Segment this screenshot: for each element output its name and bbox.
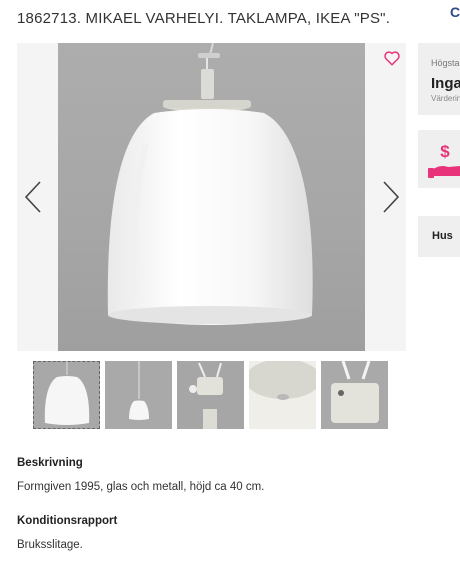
thumbnail-5[interactable] [321, 361, 388, 429]
chevron-right-icon[interactable] [378, 179, 402, 215]
lot-title: 1862713. MIKAEL VARHELYI. TAKLAMPA, IKEA… [17, 10, 391, 27]
thumbnail-3[interactable] [177, 361, 244, 429]
hand-dollar-icon: $ [428, 142, 460, 178]
auction-house-label: Hus [432, 230, 453, 242]
payment-card[interactable]: $ [418, 130, 460, 188]
chevron-left-icon[interactable] [22, 179, 46, 215]
lamp-image [107, 43, 313, 325]
condition-text: Bruksslitage. [17, 539, 83, 551]
image-viewer [17, 43, 406, 351]
brand-logo-icon[interactable]: C [450, 4, 460, 18]
description-heading: Beskrivning [17, 457, 83, 469]
thumbnail-1[interactable] [33, 361, 100, 429]
bid-card[interactable]: Högsta Inga Värderin [418, 43, 460, 115]
highest-bid-label: Högsta [431, 58, 460, 68]
thumbnail-4[interactable] [249, 361, 316, 429]
condition-heading: Konditionsrapport [17, 515, 118, 527]
highest-bid-value: Inga [431, 75, 460, 92]
main-photo[interactable] [58, 43, 365, 351]
description-text: Formgiven 1995, glas och metall, höjd ca… [17, 481, 265, 493]
thumbnail-2[interactable] [105, 361, 172, 429]
auction-house-card[interactable]: Hus [418, 216, 460, 257]
valuation-label: Värderin [431, 94, 460, 103]
thumbnail-strip [33, 361, 390, 429]
svg-text:$: $ [440, 142, 450, 161]
heart-outline-icon[interactable] [383, 49, 401, 67]
